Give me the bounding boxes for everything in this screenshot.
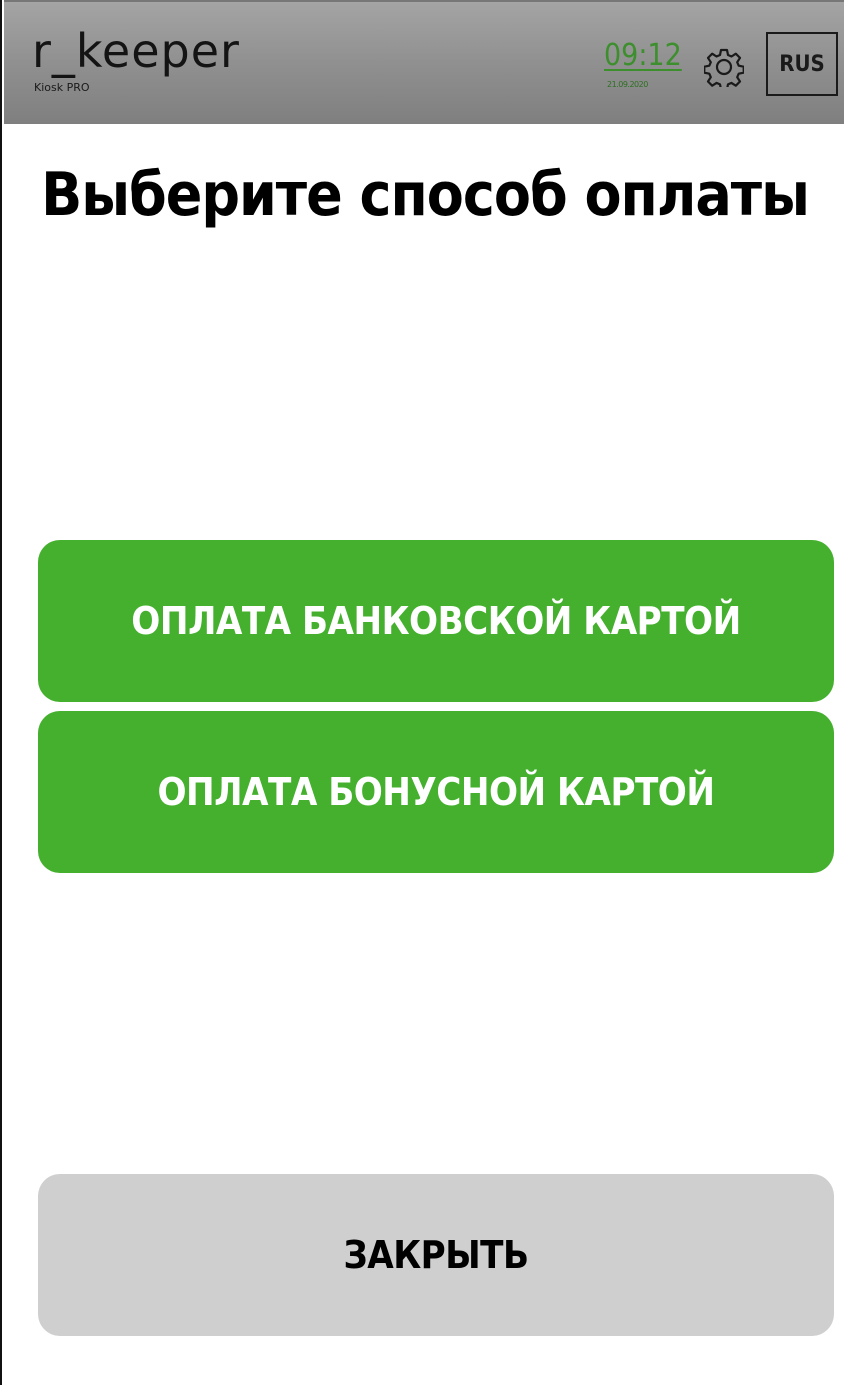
clock-date: 21.09.2020 [607, 80, 648, 89]
language-button[interactable]: RUS [766, 32, 838, 96]
app-logo: r_keeper [32, 24, 240, 78]
gear-icon[interactable] [703, 47, 745, 91]
kiosk-screen: r_keeper Kiosk PRO 09:12 21.09.2020 RUS … [0, 0, 844, 1385]
pay-bank-card-button[interactable]: ОПЛАТА БАНКОВСКОЙ КАРТОЙ [38, 540, 834, 702]
clock-time: 09:12 [604, 38, 682, 73]
app-logo-subtitle: Kiosk PRO [34, 81, 90, 94]
page-title: Выберите способ оплаты [41, 160, 810, 230]
close-button[interactable]: ЗАКРЫТЬ [38, 1174, 834, 1336]
pay-bonus-card-button[interactable]: ОПЛАТА БОНУСНОЙ КАРТОЙ [38, 711, 834, 873]
top-bar: r_keeper Kiosk PRO 09:12 21.09.2020 RUS [4, 0, 844, 124]
